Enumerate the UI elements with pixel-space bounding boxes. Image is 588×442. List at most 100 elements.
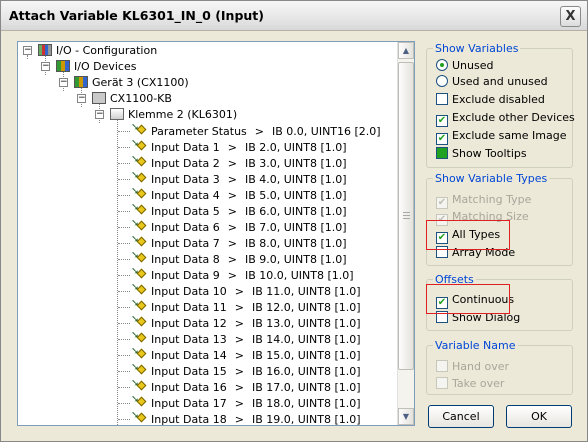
variable-address: IB 8.0, UINT8 [1.0] <box>244 237 347 250</box>
tree-variable-row[interactable]: ➘ Input Data 17 > IB 18.0, UINT8 [1.0] <box>131 395 361 411</box>
tree-variable-row[interactable]: ➘ Input Data 10 > IB 11.0, UINT8 [1.0] <box>131 283 361 299</box>
variable-input-icon: ➘ <box>131 379 147 393</box>
variable-address: IB 6.0, UINT8 [1.0] <box>244 205 347 218</box>
variable-name: Parameter Status <box>151 125 247 138</box>
checkbox-indeterminate-icon[interactable] <box>436 147 448 159</box>
variable-tree[interactable]: − I/O - Configuration − I/O Devices − Ge… <box>17 41 415 426</box>
variable-name: Input Data 9 <box>151 269 220 282</box>
tree-variable-row[interactable]: ➘ Input Data 3 > IB 4.0, UINT8 [1.0] <box>131 171 347 187</box>
variable-separator: > <box>227 269 237 282</box>
tree-variable-row[interactable]: ➘ Input Data 9 > IB 10.0, UINT8 [1.0] <box>131 267 354 283</box>
checkmark-icon[interactable]: ✔ <box>436 115 448 127</box>
unused-radio[interactable]: Unused <box>436 59 493 75</box>
variable-address: IB 9.0, UINT8 [1.0] <box>244 253 347 266</box>
tree-variable-row[interactable]: ➘ Input Data 1 > IB 2.0, UINT8 [1.0] <box>131 139 347 155</box>
variable-input-icon: ➘ <box>131 203 147 217</box>
checkmark-icon[interactable]: ✔ <box>436 197 448 209</box>
tree-variable-row[interactable]: ➘ Input Data 7 > IB 8.0, UINT8 [1.0] <box>131 235 347 251</box>
tree-variable-row[interactable]: ➘ Input Data 6 > IB 7.0, UINT8 [1.0] <box>131 219 347 235</box>
scroll-thumb[interactable] <box>398 62 414 370</box>
variable-name: Input Data 17 <box>151 397 227 410</box>
close-button[interactable]: X <box>560 6 581 27</box>
scroll-up-icon[interactable]: ▲ <box>398 42 414 59</box>
variable-address: IB 14.0, UINT8 [1.0] <box>251 333 361 346</box>
variable-name: Input Data 18 <box>151 413 227 426</box>
variable-address: IB 0.0, UINT16 [2.0] <box>272 125 381 138</box>
cancel-button[interactable]: Cancel <box>428 405 494 428</box>
variable-name-group: Variable Name Hand over Take over <box>426 339 573 395</box>
io-devices-icon <box>56 60 70 72</box>
variable-address: IB 11.0, UINT8 [1.0] <box>251 285 361 298</box>
variable-separator: > <box>227 173 237 186</box>
variable-input-icon: ➘ <box>131 219 147 233</box>
tree-variable-row[interactable]: ➘ Input Data 12 > IB 13.0, UINT8 [1.0] <box>131 315 361 331</box>
collapse-icon[interactable]: − <box>41 62 50 71</box>
collapse-icon[interactable]: − <box>77 94 86 103</box>
variable-address: IB 12.0, UINT8 [1.0] <box>251 301 361 314</box>
tree-variable-row[interactable]: ➘ Input Data 15 > IB 16.0, UINT8 [1.0] <box>131 363 361 379</box>
variable-separator: > <box>234 381 244 394</box>
attach-variable-dialog: Attach Variable KL6301_IN_0 (Input) X − … <box>0 0 588 442</box>
variable-address: IB 4.0, UINT8 [1.0] <box>244 173 347 186</box>
collapse-icon[interactable]: − <box>23 46 32 55</box>
used-and-unused-radio[interactable]: Used and unused <box>436 75 548 91</box>
take-over-checkbox[interactable]: Take over <box>436 377 504 393</box>
tree-variable-row[interactable]: ➘ Input Data 2 > IB 3.0, UINT8 [1.0] <box>131 155 347 171</box>
variable-address: IB 17.0, UINT8 [1.0] <box>251 381 361 394</box>
variable-separator: > <box>227 205 237 218</box>
checkbox-icon[interactable] <box>436 93 448 105</box>
device-icon <box>74 76 88 88</box>
io-config-icon <box>38 44 52 56</box>
show-tooltips-checkbox[interactable]: Show Tooltips <box>436 147 527 163</box>
tree-variable-row[interactable]: ➘ Input Data 18 > IB 19.0, UINT8 [1.0] <box>131 411 361 426</box>
variable-name: Input Data 11 <box>151 301 227 314</box>
tree-variable-row[interactable]: ➘ Input Data 16 > IB 17.0, UINT8 [1.0] <box>131 379 361 395</box>
checkbox-icon[interactable] <box>436 360 448 372</box>
variable-address: IB 10.0, UINT8 [1.0] <box>244 269 354 282</box>
variable-separator: > <box>227 189 237 202</box>
variable-input-icon: ➘ <box>131 171 147 185</box>
variable-input-icon: ➘ <box>131 123 147 137</box>
radio-selected-icon[interactable] <box>436 59 448 71</box>
tree-variable-row[interactable]: ➘ Input Data 11 > IB 12.0, UINT8 [1.0] <box>131 299 361 315</box>
variable-name: Input Data 16 <box>151 381 227 394</box>
checkmark-icon[interactable]: ✔ <box>436 133 448 145</box>
exclude-disabled-checkbox[interactable]: Exclude disabled <box>436 93 545 109</box>
variable-input-icon: ➘ <box>131 363 147 377</box>
radio-icon[interactable] <box>436 75 448 87</box>
variable-input-icon: ➘ <box>131 267 147 281</box>
tree-variable-row[interactable]: ➘ Parameter Status > IB 0.0, UINT16 [2.0] <box>131 123 381 139</box>
tree-variable-row[interactable]: ➘ Input Data 5 > IB 6.0, UINT8 [1.0] <box>131 203 347 219</box>
variable-name: Input Data 4 <box>151 189 220 202</box>
variable-input-icon: ➘ <box>131 315 147 329</box>
variable-name: Input Data 6 <box>151 221 220 234</box>
all-types-highlight <box>426 220 510 250</box>
variable-separator: > <box>234 365 244 378</box>
variable-name: Input Data 15 <box>151 365 227 378</box>
variable-separator: > <box>234 317 244 330</box>
scroll-down-icon[interactable]: ▼ <box>398 408 414 425</box>
variable-name: Input Data 14 <box>151 349 227 362</box>
checkbox-icon[interactable] <box>436 377 448 389</box>
group-title: Show Variable Types <box>433 172 550 185</box>
matching-type-checkbox[interactable]: ✔ Matching Type <box>436 193 531 209</box>
variable-separator: > <box>234 349 244 362</box>
tree-scrollbar[interactable]: ▲ ▼ <box>397 42 414 425</box>
tree-variable-row[interactable]: ➘ Input Data 13 > IB 14.0, UINT8 [1.0] <box>131 331 361 347</box>
exclude-same-image-checkbox[interactable]: ✔ Exclude same Image <box>436 129 567 145</box>
variable-input-icon: ➘ <box>131 299 147 313</box>
exclude-other-devices-checkbox[interactable]: ✔ Exclude other Devices <box>436 111 575 127</box>
terminal-icon <box>110 108 124 120</box>
tree-variable-row[interactable]: ➘ Input Data 14 > IB 15.0, UINT8 [1.0] <box>131 347 361 363</box>
collapse-icon[interactable]: − <box>59 78 68 87</box>
continuous-highlight <box>426 284 510 314</box>
tree-variable-row[interactable]: ➘ Input Data 4 > IB 5.0, UINT8 [1.0] <box>131 187 347 203</box>
hand-over-checkbox[interactable]: Hand over <box>436 360 509 376</box>
variable-name: Input Data 12 <box>151 317 227 330</box>
variable-separator: > <box>234 413 244 426</box>
tree-variable-row[interactable]: ➘ Input Data 8 > IB 9.0, UINT8 [1.0] <box>131 251 347 267</box>
variable-address: IB 13.0, UINT8 [1.0] <box>251 317 361 330</box>
collapse-icon[interactable]: − <box>95 110 104 119</box>
ok-button[interactable]: OK <box>506 405 572 428</box>
variable-separator: > <box>234 301 244 314</box>
